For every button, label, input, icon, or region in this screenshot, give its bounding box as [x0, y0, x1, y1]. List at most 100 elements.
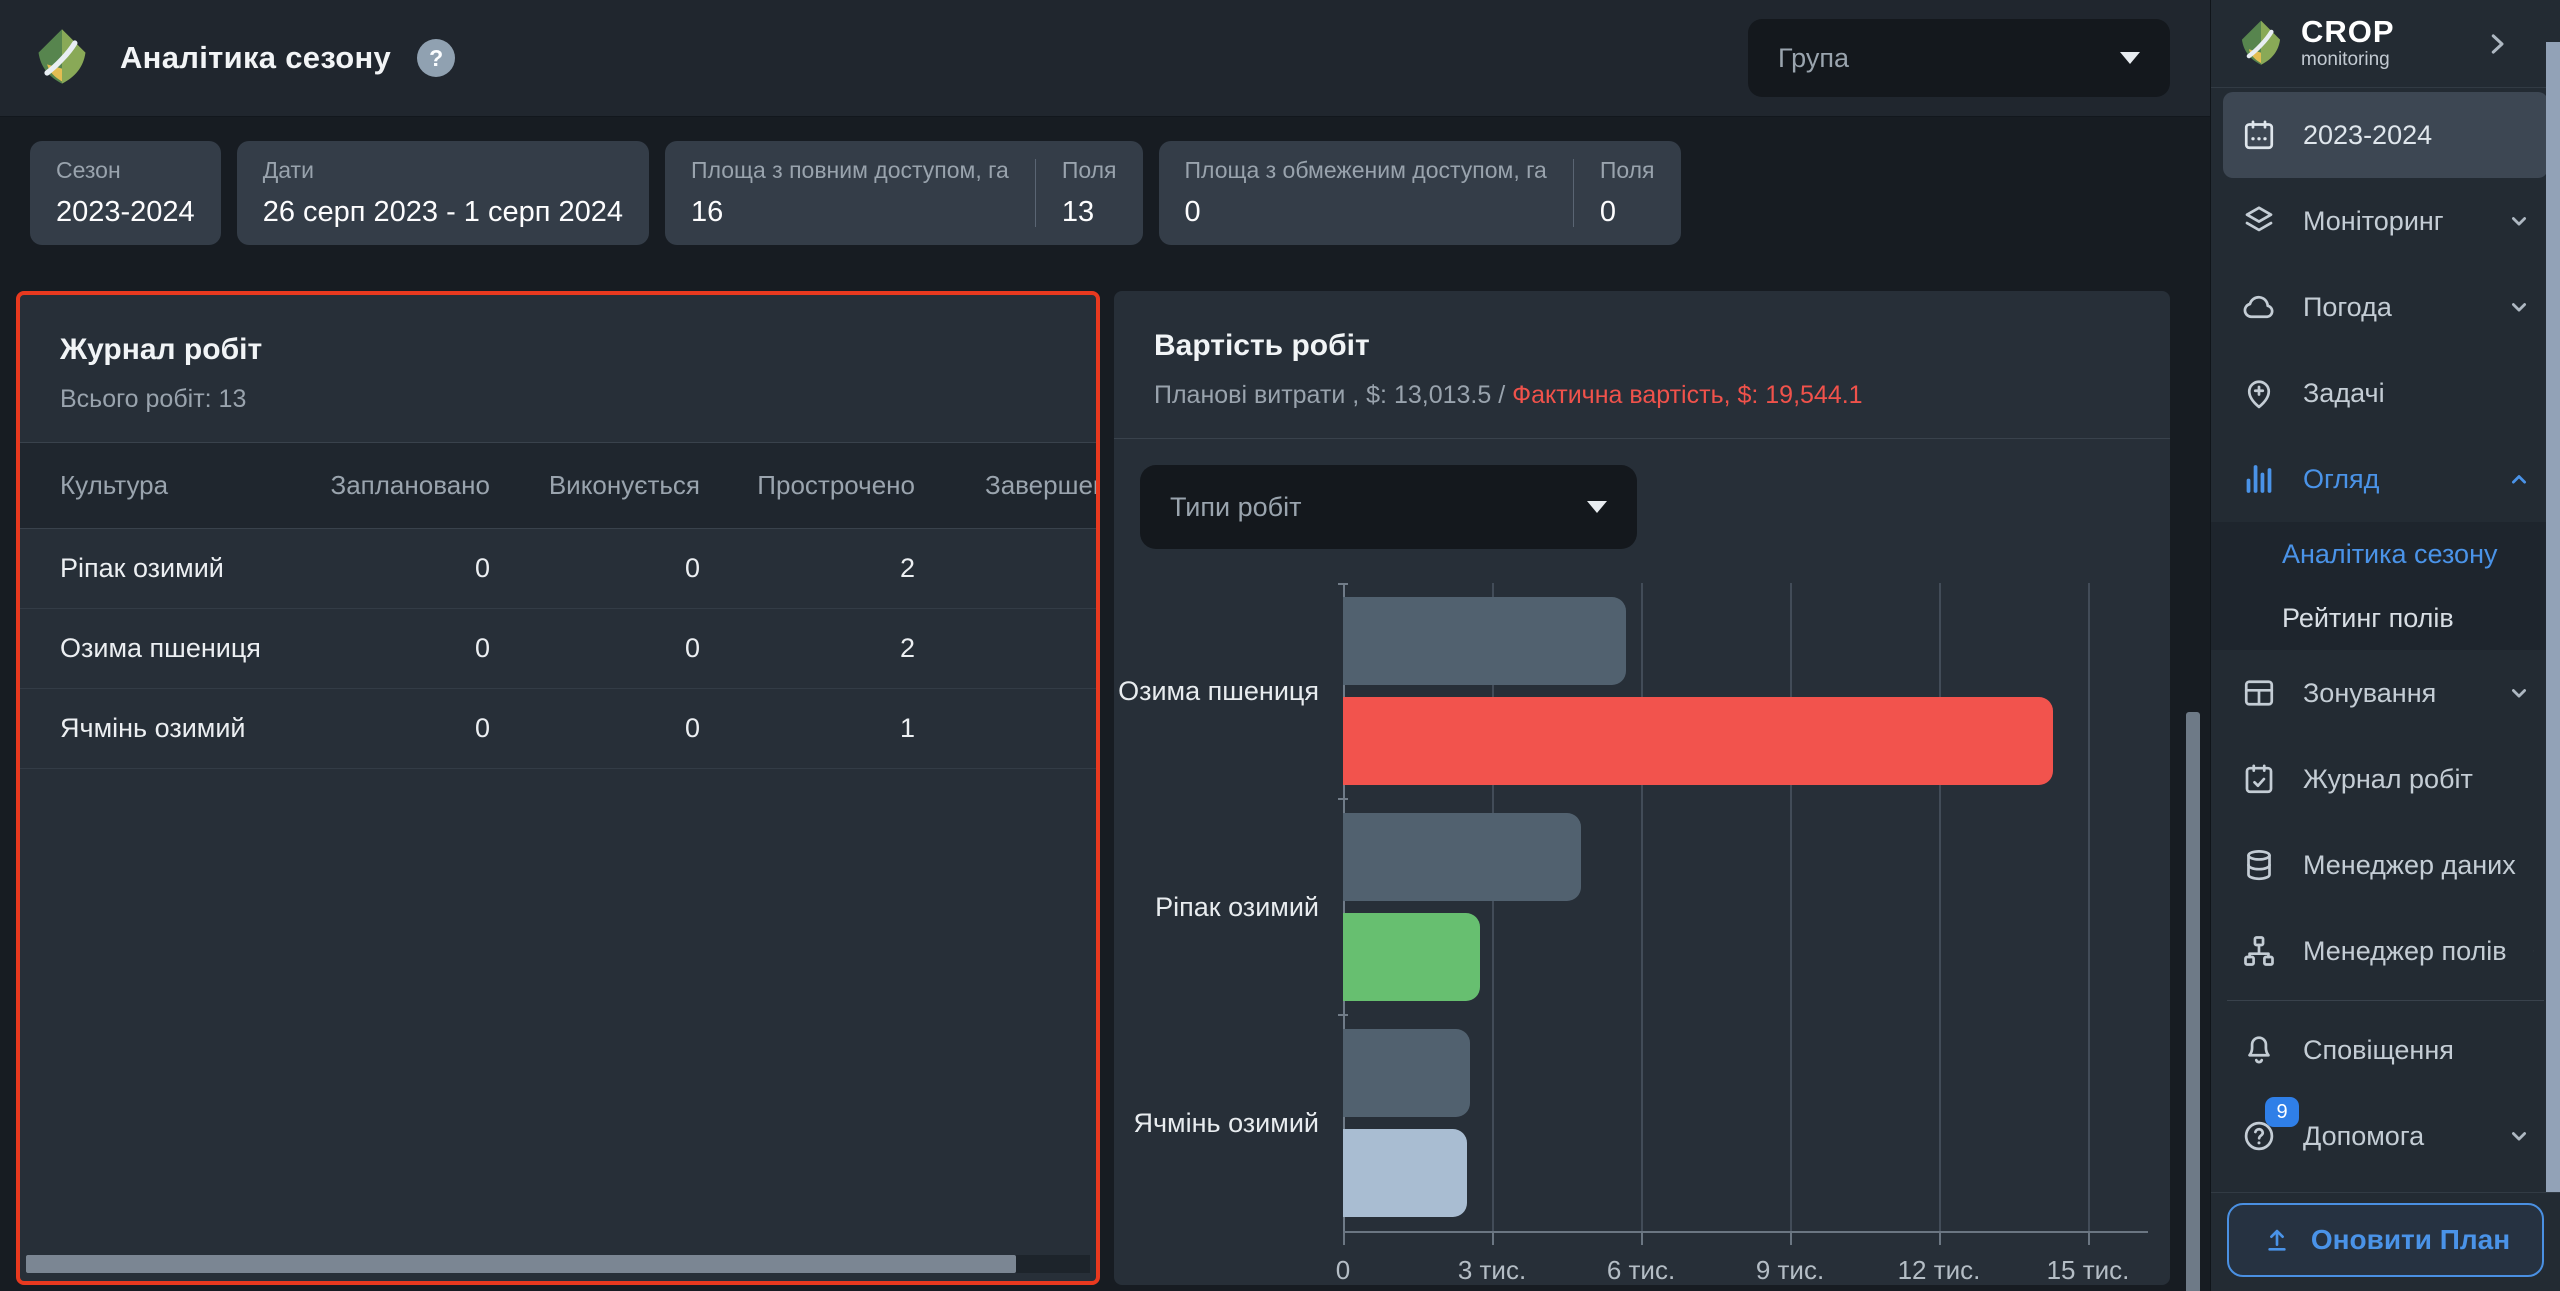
planned-costs-text: Планові витрати , $: 13,013.5 [1154, 381, 1492, 409]
chevron-down-icon [2504, 678, 2534, 708]
cell-in-progress: 0 [684, 713, 700, 743]
sidebar-item-work-journal[interactable]: Журнал робіт [2223, 736, 2548, 822]
update-plan-button[interactable]: Оновити План [2227, 1203, 2544, 1277]
sidebar-item-season[interactable]: 2023-2024 [2223, 92, 2548, 178]
chart-plot-area: 0 3 тис. 6 тис. 9 тис. 12 тис. 15 тис. [1336, 583, 2148, 1285]
column-overdue: Прострочено [757, 470, 915, 500]
upload-icon [2261, 1224, 2293, 1256]
cell-crop: Озима пшениця [60, 633, 261, 663]
sidebar-subitem-field-rating[interactable]: Рейтинг полів [2211, 586, 2560, 650]
x-tick-label: 12 тис. [1897, 1255, 1981, 1285]
work-costs-panel: Вартість робіт Планові витрати , $: 13,0… [1114, 291, 2170, 1285]
x-axis-tick [1939, 1233, 1941, 1245]
x-tick-label: 3 тис. [1457, 1255, 1527, 1285]
bar-group [1343, 799, 2088, 1015]
main-area: Аналітика сезону ? Група Сезон 2023-2024… [0, 0, 2210, 1291]
costs-bar-chart: Озима пшениця Ріпак озимий Ячмінь озимий [1118, 583, 2158, 1285]
sidebar-item-label: Сповіщення [2303, 1034, 2454, 1065]
category-label: Ріпак озимий [1155, 891, 1319, 922]
brand-name: CROP [2301, 14, 2395, 49]
dates-label: Дати [262, 157, 314, 183]
cell-overdue: 1 [899, 713, 915, 743]
column-in-progress: Виконується [548, 470, 700, 500]
dates-card: Дати 26 серп 2023 - 1 серп 2024 [236, 141, 650, 245]
actual-cost-bar [1343, 697, 2054, 785]
sidebar-item-weather[interactable]: Погода [2223, 264, 2548, 350]
bar-group [1343, 583, 2088, 799]
sidebar: CROP monitoring 2023-2024 Моніторинг Пог… [2210, 0, 2560, 1291]
x-axis-tick [1492, 1233, 1494, 1245]
app-logo-icon [30, 26, 94, 90]
sidebar-item-help[interactable]: 9 Допомога [2223, 1093, 2548, 1179]
sidebar-item-label: Зонування [2303, 677, 2437, 708]
cell-in-progress: 0 [684, 633, 700, 663]
column-planned: Заплановано [330, 470, 491, 500]
sidebar-item-overview[interactable]: Огляд [2223, 436, 2548, 522]
chevron-up-icon [2504, 464, 2534, 494]
limited-access-fields-value: 0 [1599, 196, 1616, 228]
sidebar-item-data-manager[interactable]: Менеджер даних [2223, 822, 2548, 908]
work-types-select[interactable]: Типи робіт [1140, 465, 1637, 549]
season-card: Сезон 2023-2024 [30, 141, 221, 245]
season-value: 2023-2024 [56, 196, 195, 228]
group-select[interactable]: Група [1748, 19, 2170, 97]
full-access-value: 16 [691, 196, 724, 228]
sidebar-footer: Оновити План [2211, 1192, 2560, 1291]
sidebar-item-label: Погода [2303, 291, 2392, 322]
category-label: Озима пшениця [1118, 675, 1319, 706]
planned-cost-bar [1343, 1029, 1470, 1117]
caret-down-icon [2120, 52, 2140, 64]
layers-icon [2241, 203, 2277, 239]
full-access-fields-label: Поля [1061, 157, 1117, 183]
sidebar-item-notifications[interactable]: Сповіщення [2223, 1007, 2548, 1093]
sidebar-item-label: 2023-2024 [2303, 119, 2433, 150]
sidebar-item-field-manager[interactable]: Менеджер полів [2223, 908, 2548, 994]
bar-group [1343, 1015, 2088, 1231]
update-plan-label: Оновити План [2310, 1224, 2511, 1255]
sidebar-item-zoning[interactable]: Зонування [2223, 650, 2548, 736]
help-badge-icon[interactable]: ? [417, 39, 456, 77]
cell-overdue: 2 [899, 633, 915, 663]
cell-planned: 0 [474, 713, 490, 743]
chevron-down-icon [2504, 206, 2534, 236]
work-journal-title: Журнал робіт [60, 333, 263, 366]
work-journal-header: Журнал робіт Всього робіт: 13 [20, 295, 1096, 443]
category-label: Ячмінь озимий [1133, 1107, 1319, 1138]
sidebar-item-label: Журнал робіт [2303, 763, 2473, 794]
horizontal-scrollbar[interactable] [26, 1255, 1090, 1273]
sidebar-item-label: Огляд [2303, 463, 2380, 494]
actual-costs-text: Фактична вартість, $: 19,544.1 [1512, 381, 1863, 409]
cell-planned: 0 [474, 553, 490, 583]
topbar: Аналітика сезону ? Група [0, 0, 2210, 117]
help-count-badge: 9 [2265, 1097, 2299, 1127]
work-costs-subtitle: Планові витрати , $: 13,013.5 / Фактична… [1154, 381, 2130, 410]
group-select-label: Група [1778, 42, 1849, 73]
sidebar-subitem-season-analytics[interactable]: Аналітика сезону [2211, 522, 2560, 586]
season-infobar: Сезон 2023-2024 Дати 26 серп 2023 - 1 се… [0, 117, 2210, 271]
chart-category-labels: Озима пшениця Ріпак озимий Ячмінь озимий [1118, 583, 1343, 1231]
journal-table-header: Культура Заплановано Виконується Простро… [20, 443, 1096, 529]
clipboard-check-icon [2241, 761, 2277, 797]
divider [1034, 159, 1036, 227]
horizontal-scrollbar-thumb[interactable] [26, 1255, 1016, 1273]
column-crop: Культура [60, 470, 169, 500]
work-costs-body: Типи робіт Озима пшениця Ріпак озимий Яч… [1114, 439, 2170, 1285]
x-tick-label: 9 тис. [1755, 1255, 1825, 1285]
chart-bars [1343, 583, 2088, 1231]
table-row: Ріпак озимий 0 0 2 [20, 529, 1096, 609]
sidebar-item-label: Моніторинг [2303, 205, 2444, 236]
sidebar-item-label: Менеджер полів [2303, 935, 2507, 966]
season-label: Сезон [56, 157, 121, 183]
x-tick-label: 6 тис. [1606, 1255, 1676, 1285]
chevron-down-icon [2504, 292, 2534, 322]
full-access-fields-value: 13 [1061, 196, 1095, 228]
sidebar-item-monitoring[interactable]: Моніторинг [2223, 178, 2548, 264]
bar-chart-icon [2241, 461, 2277, 497]
sidebar-collapse-chevron-right-icon[interactable] [2482, 29, 2512, 59]
pin-plus-icon [2241, 375, 2277, 411]
content-scrollbar-thumb[interactable] [2186, 712, 2200, 1291]
sidebar-scrollbar-thumb[interactable] [2546, 42, 2560, 1192]
cell-in-progress: 0 [684, 553, 700, 583]
sidebar-item-tasks[interactable]: Задачі [2223, 350, 2548, 436]
sidebar-divider [2227, 1000, 2544, 1001]
